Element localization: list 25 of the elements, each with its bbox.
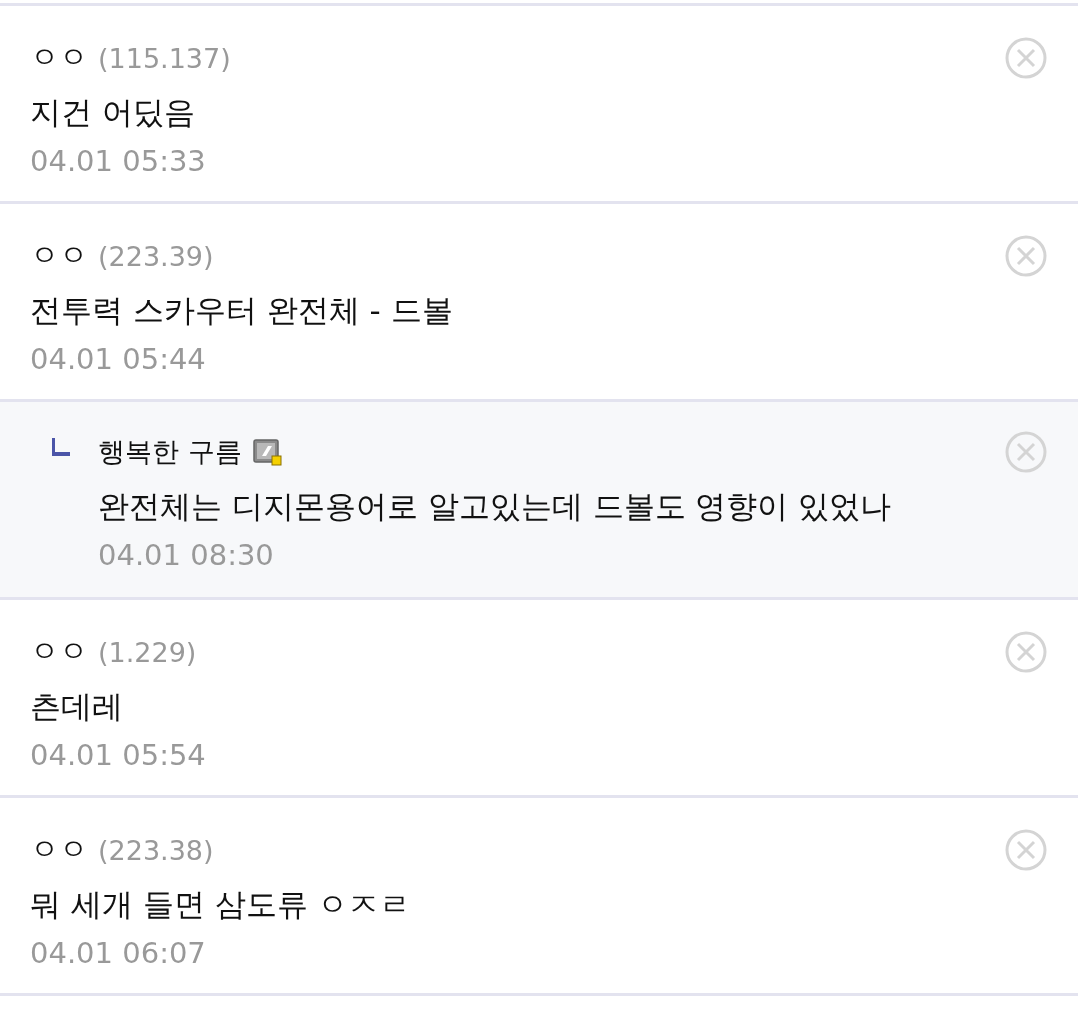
comment-text: 완전체는 디지몬용어로 알고있는데 드볼도 영향이 있었나: [98, 487, 893, 526]
ip-address: (223.38): [98, 834, 214, 866]
close-icon[interactable]: [1004, 828, 1048, 872]
author-name: ㅇㅇ: [30, 831, 88, 868]
comment-text: 지건 어딨음: [30, 93, 196, 132]
author-name: ㅇㅇ: [30, 39, 88, 76]
ip-address: (1.229): [98, 636, 197, 668]
ip-address: (223.39): [98, 240, 214, 272]
author-name: ㅇㅇ: [30, 633, 88, 670]
comment-text: 츤데레: [30, 687, 124, 726]
comment-date: 04.01 05:33: [30, 144, 207, 178]
comment-text: 뭐 세개 들면 삼도류 ㅇㅈㄹ: [30, 885, 412, 924]
comment-date: 04.01 08:30: [98, 538, 275, 572]
comment-date: 04.01 05:54: [30, 738, 207, 772]
close-icon[interactable]: [1004, 36, 1048, 80]
author-name: ㅇㅇ: [30, 237, 88, 274]
ip-address: (115.137): [98, 42, 231, 74]
comment-text: 전투력 스카우터 완전체 - 드볼: [30, 291, 454, 330]
close-icon[interactable]: [1004, 630, 1048, 674]
comment-date: 04.01 05:44: [30, 342, 207, 376]
close-icon[interactable]: [1004, 430, 1048, 474]
close-icon[interactable]: [1004, 234, 1048, 278]
member-badge-icon: [251, 436, 284, 468]
author-name: 행복한 구름: [98, 435, 242, 469]
comment-date: 04.01 06:07: [30, 936, 207, 970]
